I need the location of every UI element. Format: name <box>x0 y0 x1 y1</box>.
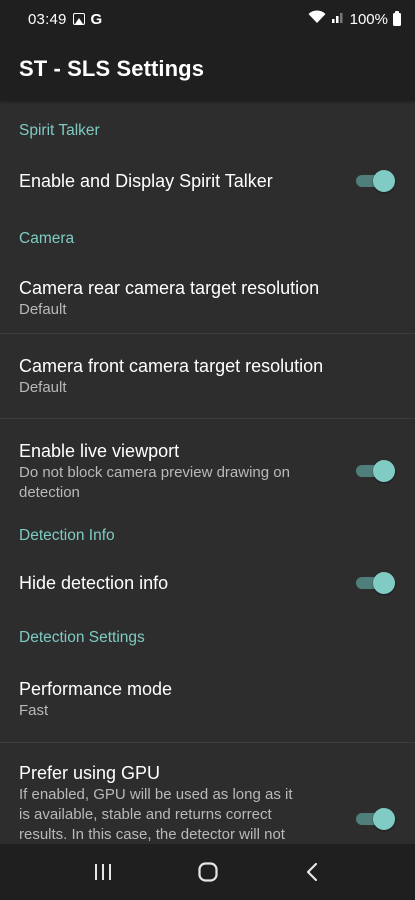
recents-icon <box>94 864 111 880</box>
battery-percent: 100% <box>349 10 388 28</box>
settings-list[interactable]: Spirit Talker Enable and Display Spirit … <box>0 100 415 844</box>
category-detection-settings: Detection Settings <box>19 629 145 646</box>
pref-title: Camera front camera target resolution <box>19 356 324 376</box>
back-icon <box>306 862 317 882</box>
pref-summary: Fast <box>19 701 49 719</box>
live-viewport-switch[interactable] <box>356 460 395 482</box>
pref-rear-camera-resolution[interactable]: Camera rear camera target resolution Def… <box>0 262 415 334</box>
status-time: 03:49 <box>28 10 67 28</box>
status-bar: 03:49 G 100% <box>0 0 415 38</box>
pref-title: Enable live viewport <box>19 441 180 461</box>
status-left: 03:49 G <box>28 11 102 28</box>
category-camera: Camera <box>19 230 75 247</box>
app-bar: ST - SLS Settings <box>0 38 415 100</box>
pref-title: Prefer using GPU <box>19 763 161 783</box>
wifi-icon <box>308 10 326 28</box>
back-button[interactable] <box>293 852 333 892</box>
navigation-bar <box>0 844 415 900</box>
category-detection-info: Detection Info <box>19 527 115 544</box>
home-icon <box>197 862 218 882</box>
pref-live-viewport[interactable]: Enable live viewport Do not block camera… <box>0 419 415 523</box>
prefer-gpu-switch[interactable] <box>356 808 395 830</box>
signal-icon <box>331 10 345 28</box>
switch-thumb <box>373 572 395 594</box>
enable-spirit-talker-switch[interactable] <box>356 170 395 192</box>
google-icon: G <box>90 10 103 28</box>
pref-prefer-gpu[interactable]: Prefer using GPU If enabled, GPU will be… <box>0 743 415 844</box>
hide-detection-info-switch[interactable] <box>356 572 395 594</box>
switch-thumb <box>373 808 395 830</box>
pref-title: Hide detection info <box>19 573 169 593</box>
pref-summary: If enabled, GPU will be used as long as … <box>19 786 293 843</box>
pref-title: Camera rear camera target resolution <box>19 277 320 298</box>
image-icon <box>72 13 85 25</box>
pref-hide-detection-info[interactable]: Hide detection info <box>0 555 415 611</box>
pref-summary: Default <box>19 379 67 396</box>
switch-thumb <box>373 170 395 192</box>
pref-front-camera-resolution[interactable]: Camera front camera target resolution De… <box>0 334 415 419</box>
pref-summary: Do not block camera preview drawing on d… <box>19 464 290 501</box>
pref-title: Performance mode <box>19 678 173 699</box>
status-right: 100% <box>308 10 401 28</box>
settings-screen: 03:49 G 100% ST - SLS Settings Spirit Ta… <box>0 0 415 900</box>
switch-thumb <box>373 460 395 482</box>
pref-title: Enable and Display Spirit Talker <box>19 171 273 191</box>
pref-enable-spirit-talker[interactable]: Enable and Display Spirit Talker <box>0 158 415 204</box>
category-spirit-talker: Spirit Talker <box>19 122 100 139</box>
home-button[interactable] <box>188 852 228 892</box>
pref-performance-mode[interactable]: Performance mode Fast <box>0 655 415 743</box>
pref-summary: Default <box>19 300 67 318</box>
page-title: ST - SLS Settings <box>19 56 205 81</box>
battery-icon <box>393 10 401 26</box>
recents-button[interactable] <box>83 852 123 892</box>
